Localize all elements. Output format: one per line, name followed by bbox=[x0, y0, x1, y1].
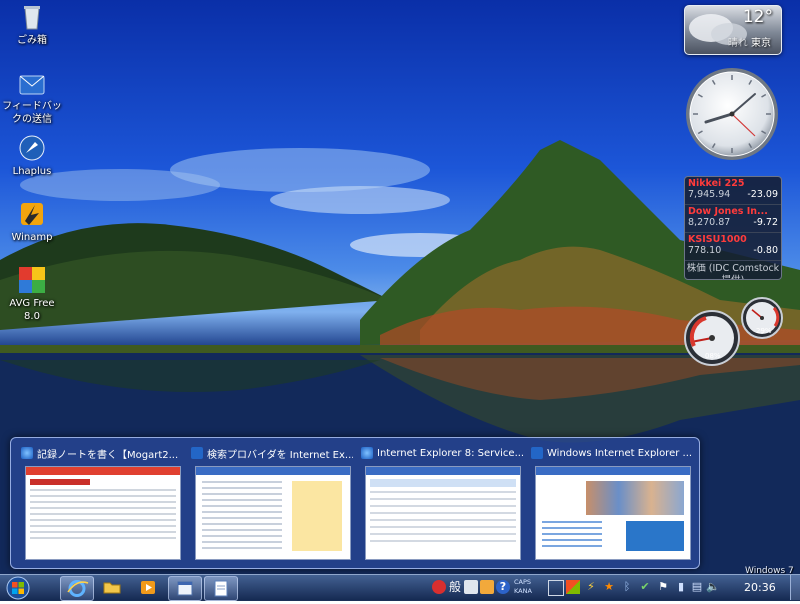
ime-mode-icon[interactable]: 般 bbox=[448, 580, 462, 594]
notification-icon[interactable]: ★ bbox=[602, 580, 616, 594]
stock-change: -9.72 bbox=[753, 217, 778, 228]
weather-location: 晴れ 東京 bbox=[728, 34, 771, 49]
dictionary-icon[interactable] bbox=[464, 580, 478, 594]
taskbar-thumbnail-panel: 記録ノートを書く【Mogart2... 検索プロバイダを Internet Ex… bbox=[10, 437, 700, 569]
help-icon[interactable]: ? bbox=[496, 580, 510, 594]
windows-flag-icon[interactable] bbox=[566, 580, 580, 594]
taskbar-button-document[interactable] bbox=[168, 576, 202, 601]
desktop-icon-lhaplus[interactable]: Lhaplus bbox=[0, 133, 64, 178]
lhaplus-icon bbox=[17, 133, 47, 163]
windows-logo-icon bbox=[6, 576, 30, 600]
stock-name: Dow Jones In... bbox=[688, 206, 768, 217]
stock-change: -0.80 bbox=[753, 245, 778, 256]
stock-change: -23.09 bbox=[747, 189, 778, 200]
thumbnail-preview bbox=[195, 466, 351, 560]
taskbar-button-media-player[interactable] bbox=[132, 576, 164, 599]
power-icon[interactable]: ⚡ bbox=[584, 580, 598, 594]
desktop-icon-recycle-bin[interactable]: ごみ箱 bbox=[0, 2, 64, 47]
volume-icon[interactable]: 🔈 bbox=[706, 580, 720, 594]
network-icon[interactable]: ▤ bbox=[690, 580, 704, 594]
thumbnail-title: 記録ノートを書く【Mogart2... bbox=[37, 449, 179, 461]
ie-icon bbox=[21, 447, 33, 459]
stock-item[interactable]: Nikkei 225 7,945.94 -23.09 bbox=[685, 177, 781, 205]
thumbnail-preview bbox=[365, 466, 521, 560]
stock-value: 7,945.94 bbox=[688, 189, 731, 200]
stocks-credit: 株価 (IDC Comstock 提供) bbox=[686, 263, 780, 279]
desktop-icon-avg[interactable]: AVG Free 8.0 bbox=[0, 265, 64, 323]
stock-item[interactable]: Dow Jones In... 8,270.87 -9.72 bbox=[685, 205, 781, 233]
window-thumbnail[interactable]: Internet Explorer 8: Service... bbox=[361, 444, 523, 562]
show-desktop-button[interactable] bbox=[790, 575, 800, 600]
cpu-meter-gadget[interactable]: 08% 29% bbox=[684, 296, 784, 368]
taskbar-button-notepad[interactable] bbox=[204, 576, 238, 601]
ime-toolbar-icon[interactable] bbox=[432, 580, 446, 594]
thumbnail-title: Windows Internet Explorer ... bbox=[547, 447, 693, 459]
cpu-percent: 08% bbox=[705, 352, 721, 360]
notepad-icon bbox=[214, 580, 228, 597]
thumbnail-title: Internet Explorer 8: Service... bbox=[377, 447, 523, 459]
folder-icon bbox=[103, 582, 121, 594]
taskbar-clock[interactable]: 20:36 bbox=[744, 581, 776, 594]
tools-icon[interactable] bbox=[480, 580, 494, 594]
memory-percent: 29% bbox=[756, 327, 772, 335]
stock-value: 8,270.87 bbox=[688, 217, 731, 228]
battery-icon[interactable]: ▮ bbox=[674, 580, 688, 594]
thumbnail-preview bbox=[535, 466, 691, 560]
weather-temperature: 12° bbox=[742, 7, 773, 27]
avg-icon bbox=[17, 265, 47, 295]
desktop-icon-label: AVG Free 8.0 bbox=[9, 298, 55, 322]
stock-name: KSISU1000 bbox=[688, 234, 747, 245]
desktop-icon-label: フィードバックの送信 bbox=[2, 101, 62, 125]
ie-icon bbox=[361, 447, 373, 459]
action-center-flag-icon[interactable]: ⚑ bbox=[656, 580, 670, 594]
stocks-gadget[interactable]: Nikkei 225 7,945.94 -23.09 Dow Jones In.… bbox=[684, 176, 782, 280]
taskbar: 般 ? CAPS KANA ⚡ ★ ᛒ ✔ ⚑ ▮ ▤ 🔈 20:36 bbox=[0, 574, 800, 601]
security-icon[interactable]: ✔ bbox=[638, 580, 652, 594]
weather-condition: 晴れ bbox=[727, 38, 748, 49]
taskbar-button-internet-explorer[interactable] bbox=[60, 576, 94, 601]
window-icon bbox=[177, 581, 193, 596]
start-button[interactable] bbox=[4, 575, 32, 601]
windows-live-icon bbox=[531, 447, 543, 459]
taskbar-button-explorer[interactable] bbox=[96, 576, 128, 599]
input-panel-icon[interactable] bbox=[548, 580, 564, 596]
ie-icon bbox=[67, 580, 89, 597]
caps-kana-indicator: CAPS KANA bbox=[514, 578, 532, 596]
kana-indicator: KANA bbox=[514, 587, 532, 595]
window-thumbnail[interactable]: 検索プロバイダを Internet Ex... bbox=[191, 444, 353, 562]
weather-city: 東京 bbox=[751, 38, 771, 49]
bluetooth-icon[interactable]: ᛒ bbox=[620, 580, 634, 594]
desktop-icon-label: ごみ箱 bbox=[17, 35, 47, 46]
desktop-icon-winamp[interactable]: Winamp bbox=[0, 199, 64, 244]
caps-indicator: CAPS bbox=[514, 578, 532, 586]
thumbnail-preview bbox=[25, 466, 181, 560]
desktop-icon-feedback[interactable]: フィードバックの送信 bbox=[0, 68, 64, 126]
stock-name: Nikkei 225 bbox=[688, 178, 745, 189]
windows-live-icon bbox=[191, 447, 203, 459]
feedback-icon bbox=[17, 68, 47, 98]
thumbnail-title: 検索プロバイダを Internet Ex... bbox=[207, 449, 353, 461]
stock-value: 778.10 bbox=[688, 245, 722, 256]
desktop-icon-label: Winamp bbox=[11, 232, 53, 243]
media-player-icon bbox=[141, 581, 155, 594]
winamp-icon bbox=[17, 199, 47, 229]
recycle-bin-icon bbox=[17, 2, 47, 32]
stock-item[interactable]: KSISU1000 778.10 -0.80 bbox=[685, 233, 781, 261]
window-thumbnail[interactable]: Windows Internet Explorer ... bbox=[531, 444, 693, 562]
desktop-icon-label: Lhaplus bbox=[12, 166, 52, 177]
window-thumbnail[interactable]: 記録ノートを書く【Mogart2... bbox=[21, 444, 183, 562]
weather-gadget[interactable]: 12° 晴れ 東京 bbox=[684, 5, 782, 55]
clock-gadget[interactable] bbox=[684, 66, 780, 162]
